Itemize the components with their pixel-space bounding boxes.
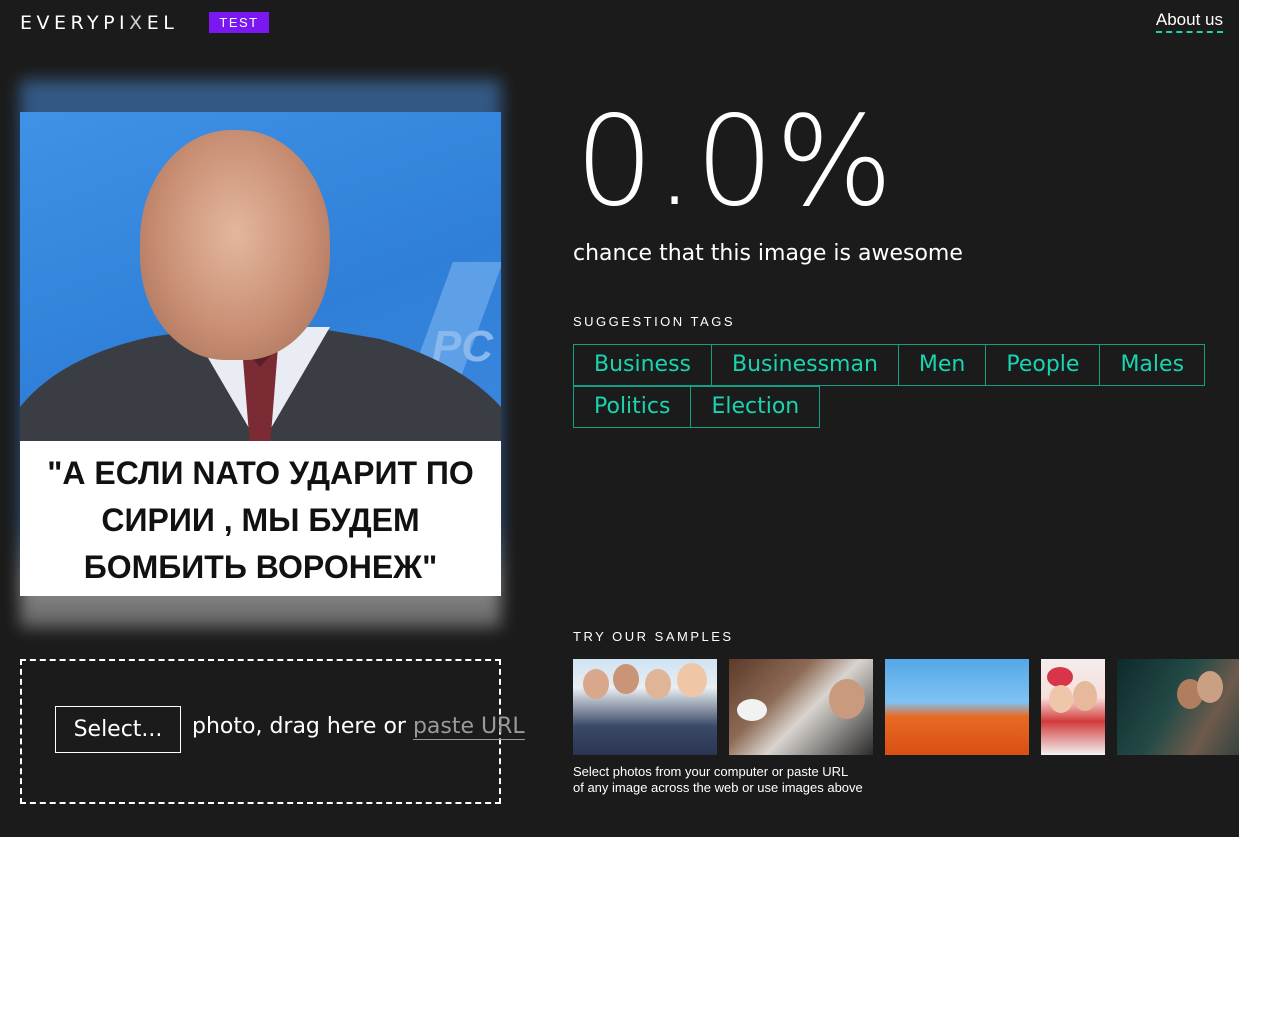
sample-couple-forest[interactable]	[1117, 659, 1239, 755]
sample-office-desk[interactable]	[729, 659, 873, 755]
dropzone-text: photo, drag here or	[192, 714, 406, 739]
suggestion-tags: Business Businessman Men People Males Po…	[573, 344, 1206, 428]
tag-row: Politics Election	[573, 386, 1193, 428]
upload-dropzone[interactable]: Select... photo, drag here or paste URL	[20, 659, 525, 804]
suggestion-tags-title: SUGGESTION TAGS	[573, 314, 735, 329]
caption-line: "А ЕСЛИ NATO УДАРИТ ПО	[47, 455, 474, 491]
samples-help-text: Select photos from your computer or past…	[573, 764, 893, 796]
tag-row: Business Businessman Men People Males	[573, 344, 1206, 386]
help-line: of any image across the web or use image…	[573, 780, 863, 795]
test-badge: TEST	[209, 12, 269, 33]
try-samples-title: TRY OUR SAMPLES	[573, 629, 734, 644]
tag-politics[interactable]: Politics	[573, 386, 692, 428]
analyzed-photo: PC "А ЕСЛИ NATO УДАРИТ ПО СИРИИ , МЫ БУД…	[20, 112, 501, 596]
about-us-link[interactable]: About us	[1155, 10, 1223, 33]
tag-businessman[interactable]: Businessman	[711, 344, 899, 386]
photo-caption: "А ЕСЛИ NATO УДАРИТ ПО СИРИИ , МЫ БУДЕМ …	[20, 444, 501, 591]
sample-couple-winter[interactable]	[1041, 659, 1105, 755]
photo-portrait: PC	[20, 112, 501, 441]
tag-males[interactable]: Males	[1099, 344, 1206, 386]
tag-election[interactable]: Election	[690, 386, 821, 428]
caption-line: СИРИИ , МЫ БУДЕМ	[101, 502, 420, 538]
tag-people[interactable]: People	[985, 344, 1101, 386]
analyzed-photo-container: PC "А ЕСЛИ NATO УДАРИТ ПО СИРИИ , МЫ БУД…	[20, 80, 501, 628]
app-window: EVERYPIXEL TEST About us PC "А ЕСЛИ NATO…	[0, 0, 1239, 837]
sample-red-dune[interactable]	[885, 659, 1029, 755]
caption-line: БОМБИТЬ ВОРОНЕЖ"	[83, 549, 438, 585]
awesomeness-score: 0.0%	[575, 90, 895, 234]
select-photo-button[interactable]: Select...	[55, 706, 181, 753]
score-subtitle: chance that this image is awesome	[573, 241, 963, 266]
logo-x-mark: X	[129, 12, 147, 34]
dropzone-instructions: photo, drag here or paste URL	[192, 714, 525, 740]
everypixel-logo[interactable]: EVERYPIXEL	[20, 12, 178, 34]
portrait-face	[140, 130, 330, 360]
sample-business-team[interactable]	[573, 659, 717, 755]
tag-men[interactable]: Men	[897, 344, 987, 386]
help-line: Select photos from your computer or past…	[573, 764, 849, 779]
logo-text-end: EL	[146, 12, 179, 34]
tag-business[interactable]: Business	[573, 344, 713, 386]
logo-text: EVERYPI	[20, 12, 130, 34]
sample-images	[573, 659, 1239, 755]
paste-url-link[interactable]: paste URL	[412, 714, 525, 740]
